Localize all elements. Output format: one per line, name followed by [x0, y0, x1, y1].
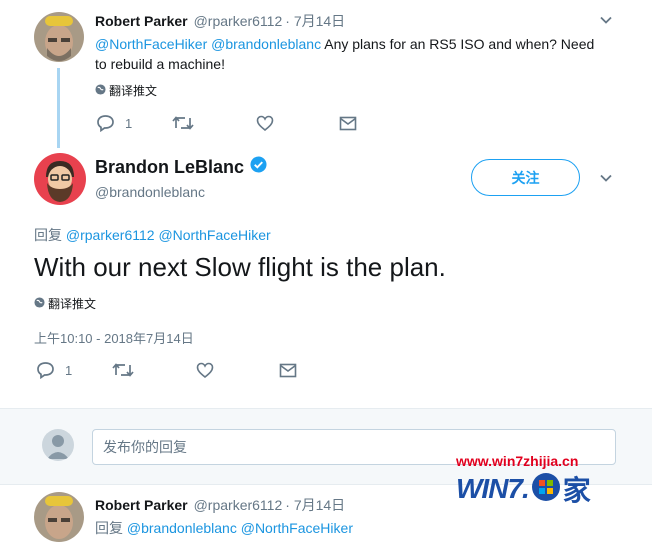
mention-link[interactable]: @NorthFaceHiker — [95, 36, 207, 52]
verified-icon — [250, 156, 267, 178]
watermark-logo-text: WIN7. — [456, 473, 530, 504]
tweet-timestamp[interactable]: 上午10:10 - 2018年7月14日 — [34, 328, 194, 347]
thread-connector-line — [57, 68, 60, 148]
watermark-logo: WIN7. 家 — [456, 470, 591, 508]
direct-message-button[interactable] — [339, 116, 357, 131]
retweet-button[interactable] — [172, 115, 194, 131]
like-button[interactable] — [256, 115, 274, 131]
reply-context: 回复 @brandonleblanc @NorthFaceHiker — [95, 518, 353, 538]
translate-link[interactable]: 翻译推文 — [34, 295, 96, 312]
like-icon — [256, 115, 274, 131]
like-icon — [196, 362, 214, 378]
retweet-icon — [172, 115, 194, 131]
direct-message-button[interactable] — [279, 363, 297, 378]
reply-to-links[interactable]: @rparker6112 @NorthFaceHiker — [66, 227, 271, 243]
windows-logo-icon — [531, 472, 561, 507]
globe-icon — [34, 296, 45, 311]
author-name[interactable]: Robert Parker — [95, 13, 188, 29]
avatar-robert-parker[interactable] — [34, 12, 84, 62]
tweet-date[interactable]: · 7月14日 — [285, 11, 345, 31]
retweet-button[interactable] — [112, 362, 134, 378]
user-avatar-placeholder — [42, 429, 74, 461]
tweet-text-line: Any plans for an RS5 ISO and when? Need — [321, 36, 595, 52]
chevron-down-icon[interactable] — [598, 170, 614, 191]
tweet-text: @NorthFaceHiker @brandonleblanc Any plan… — [95, 34, 615, 74]
reply-button[interactable]: 1 — [36, 361, 72, 379]
reply-prefix: 回复 — [95, 520, 127, 536]
reply-icon — [36, 361, 55, 379]
like-button[interactable] — [196, 362, 214, 378]
chevron-down-icon[interactable] — [598, 12, 614, 33]
author-name[interactable]: Brandon LeBlanc — [95, 157, 244, 178]
follow-button[interactable]: 关注 — [471, 159, 580, 196]
reply-count: 1 — [125, 115, 133, 131]
mention-link[interactable]: @brandonleblanc — [211, 36, 321, 52]
author-name[interactable]: Robert Parker — [95, 497, 188, 513]
tweet-text-line: to rebuild a machine! — [95, 56, 225, 72]
watermark-url: www.win7zhijia.cn — [456, 453, 579, 469]
translate-label: 翻译推文 — [109, 84, 158, 98]
retweet-icon — [112, 362, 134, 378]
translate-link[interactable]: 翻译推文 — [95, 82, 157, 99]
avatar-brandon-leblanc[interactable] — [34, 153, 86, 205]
reply-button[interactable]: 1 — [96, 114, 132, 132]
dm-icon — [279, 363, 297, 378]
tweet-main-text: With our next Slow flight is the plan. — [34, 252, 446, 282]
reply-prefix: 回复 — [34, 227, 66, 243]
translate-label: 翻译推文 — [48, 297, 97, 311]
globe-icon — [95, 83, 106, 98]
reply-context: 回复 @rparker6112 @NorthFaceHiker — [34, 225, 271, 245]
watermark-logo-suffix: 家 — [562, 475, 591, 506]
reply-icon — [96, 114, 115, 132]
reply-count: 1 — [65, 362, 73, 378]
reply-to-links[interactable]: @brandonleblanc @NorthFaceHiker — [127, 520, 353, 536]
avatar-robert-parker[interactable] — [34, 492, 84, 542]
author-handle[interactable]: @rparker6112 — [194, 497, 283, 513]
author-handle[interactable]: @brandonleblanc — [95, 184, 205, 200]
tweet-date[interactable]: · 7月14日 — [285, 495, 345, 515]
dm-icon — [339, 116, 357, 131]
author-handle[interactable]: @rparker6112 — [194, 13, 283, 29]
